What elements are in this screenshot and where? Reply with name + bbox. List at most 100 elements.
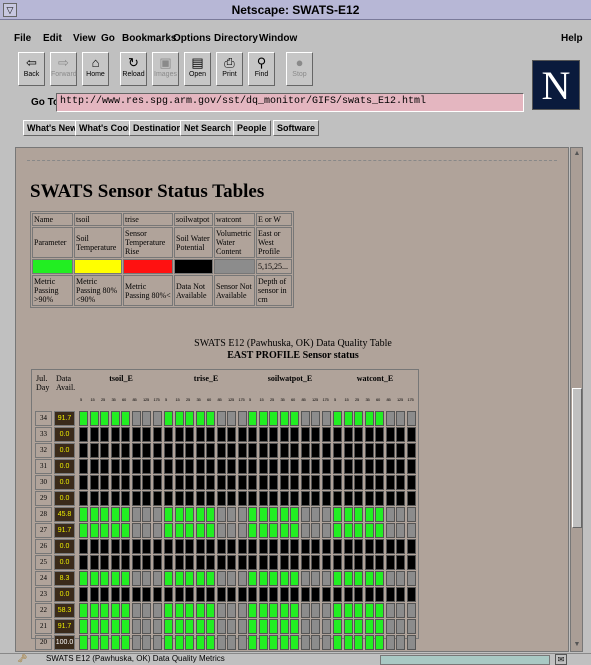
status-cell — [100, 459, 109, 474]
status-cell — [311, 587, 320, 602]
group-header-soilwatpot_e: soilwatpot_E — [267, 374, 313, 383]
status-cell — [269, 475, 278, 490]
scroll-down-icon[interactable]: ▼ — [572, 640, 582, 650]
net-search-button[interactable]: Net Search — [180, 120, 236, 136]
status-cell — [237, 555, 247, 570]
forward-button[interactable]: ⇨ Forward — [50, 52, 77, 86]
status-cell — [396, 491, 405, 506]
mail-icon[interactable]: ✉ — [555, 654, 567, 665]
status-cell — [237, 539, 247, 554]
status-cell — [279, 539, 289, 554]
status-cell — [406, 523, 416, 538]
status-cell — [375, 619, 384, 634]
menu-edit[interactable]: Edit — [43, 33, 62, 44]
status-cell — [321, 491, 331, 506]
status-cell — [258, 411, 268, 426]
status-cell — [354, 491, 363, 506]
status-cell — [300, 507, 310, 522]
open-button[interactable]: ▤ Open — [184, 52, 211, 86]
depth-label: 5 — [249, 397, 252, 402]
status-cell — [131, 635, 141, 650]
day-cell: 22 — [35, 603, 52, 618]
status-cell — [333, 459, 342, 474]
status-cell — [406, 603, 416, 618]
status-cell — [216, 507, 226, 522]
status-cell — [79, 411, 88, 426]
status-cell — [311, 523, 320, 538]
status-cell — [142, 555, 151, 570]
home-button[interactable]: ⌂ Home — [82, 52, 109, 86]
status-cell — [269, 491, 278, 506]
depth-label: 15 — [259, 397, 264, 402]
status-cell — [110, 587, 120, 602]
status-cell — [237, 411, 247, 426]
status-cell — [237, 491, 247, 506]
menu-file[interactable]: File — [14, 33, 31, 44]
status-cell — [300, 603, 310, 618]
images-button[interactable]: ▣ Images — [152, 52, 179, 86]
legend-row-name: Name tsoil trise soilwatpot watcont E or… — [32, 213, 292, 226]
status-cell — [354, 603, 363, 618]
status-cell — [174, 443, 184, 458]
status-cell — [164, 539, 173, 554]
header-data-avail: Data Avail. — [56, 374, 76, 392]
find-icon: ⚲ — [256, 55, 267, 70]
status-cell — [279, 475, 289, 490]
status-cell — [164, 427, 173, 442]
status-cell — [152, 587, 162, 602]
status-cell — [174, 459, 184, 474]
reload-button[interactable]: ↻ Reload — [120, 52, 147, 86]
menu-window[interactable]: Window — [259, 33, 297, 44]
software-button[interactable]: Software — [273, 120, 320, 136]
status-cell — [258, 635, 268, 650]
menu-bookmarks[interactable]: Bookmarks — [122, 33, 176, 44]
data-quality-table: Jul. Day Data Avail. tsoil_E 5 15 25 35 60 85 1… — [31, 369, 419, 650]
status-cell — [152, 411, 162, 426]
status-cell — [354, 443, 363, 458]
vertical-scrollbar[interactable]: ▲ ▼ — [570, 147, 583, 652]
url-field[interactable]: http://www.res.spg.arm.gov/sst/dq_monito… — [56, 93, 524, 112]
stop-button[interactable]: ● Stop — [286, 52, 313, 86]
legend-cell: Volumetric Water Content — [214, 227, 255, 258]
status-cell — [354, 507, 363, 522]
status-cell — [258, 475, 268, 490]
status-cell — [216, 475, 226, 490]
status-cell — [321, 427, 331, 442]
status-cell — [100, 587, 109, 602]
menu-go[interactable]: Go — [101, 33, 115, 44]
status-cell — [406, 635, 416, 650]
depth-label: 175 — [407, 397, 414, 402]
menu-view[interactable]: View — [73, 33, 96, 44]
back-button[interactable]: ⇦ Back — [18, 52, 45, 86]
status-cell — [311, 427, 320, 442]
status-cell — [279, 619, 289, 634]
menu-directory[interactable]: Directory — [214, 33, 258, 44]
depth-label: 60 — [122, 397, 127, 402]
print-button[interactable]: ⎙ Print — [216, 52, 243, 86]
status-cell — [121, 555, 130, 570]
status-cell — [110, 411, 120, 426]
status-cell — [227, 523, 236, 538]
find-button[interactable]: ⚲ Find — [248, 52, 275, 86]
scroll-up-icon[interactable]: ▲ — [572, 149, 582, 159]
scroll-thumb[interactable] — [572, 388, 582, 528]
menu-help[interactable]: Help — [561, 33, 583, 44]
people-button[interactable]: People — [233, 120, 271, 136]
status-cell — [300, 587, 310, 602]
status-cell — [290, 603, 299, 618]
menu-options[interactable]: Options — [173, 33, 211, 44]
status-cell — [152, 459, 162, 474]
status-cell — [248, 475, 257, 490]
depth-label: 35 — [111, 397, 116, 402]
status-cell — [89, 459, 99, 474]
status-cell — [237, 603, 247, 618]
status-cell — [131, 443, 141, 458]
status-cell — [142, 507, 151, 522]
status-cell — [164, 571, 173, 586]
day-cell: 34 — [35, 411, 52, 426]
legend-cell: Depth of sensor in cm — [256, 275, 292, 306]
status-cell — [100, 555, 109, 570]
status-cell — [121, 427, 130, 442]
status-cell — [333, 619, 342, 634]
status-cell — [300, 459, 310, 474]
